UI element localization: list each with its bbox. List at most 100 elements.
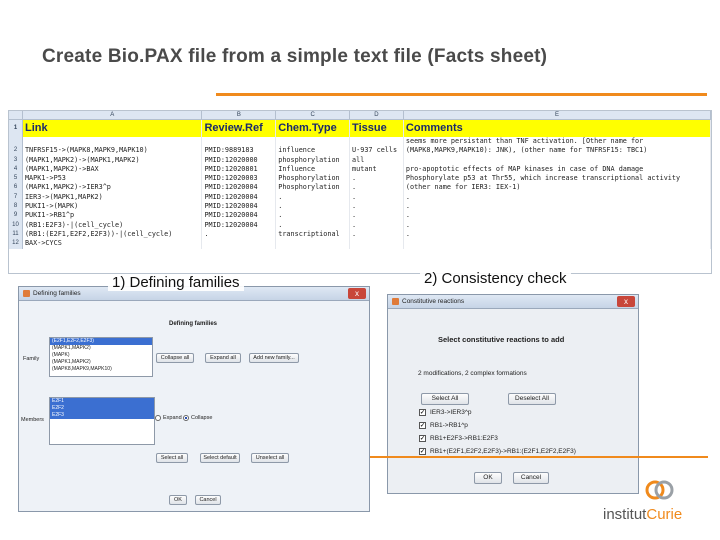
column-d-header[interactable]: D: [350, 111, 404, 119]
cell[interactable]: TNFRSF15->(MAPK8,MAPK9,MAPK10): [23, 146, 203, 156]
cell[interactable]: mutant: [350, 164, 404, 175]
cell[interactable]: PMID:12020003: [202, 174, 277, 184]
cell[interactable]: .: [276, 220, 351, 230]
list-item[interactable]: E2F2: [50, 405, 154, 412]
cell[interactable]: PMID:12020004: [202, 211, 277, 221]
cell[interactable]: .: [404, 211, 711, 221]
window-titlebar[interactable]: Constitutive reactions: [388, 295, 638, 309]
cell[interactable]: pro-apoptotic effects of MAP kinases in …: [404, 164, 711, 175]
column-a-header[interactable]: A: [23, 111, 203, 119]
cell[interactable]: Influence: [276, 164, 351, 175]
header-chemtype[interactable]: Chem.Type: [276, 120, 351, 137]
cell[interactable]: .: [276, 211, 351, 221]
close-icon[interactable]: x: [617, 296, 635, 307]
cell[interactable]: all: [350, 155, 404, 165]
column-b-header[interactable]: B: [202, 111, 277, 119]
select-all-button[interactable]: Select all: [156, 453, 188, 463]
cell[interactable]: PMID:12020000: [202, 155, 277, 165]
cell[interactable]: Phosphorylate p53 at Thr55, which increa…: [404, 174, 711, 184]
column-c-header[interactable]: C: [276, 111, 351, 119]
cell[interactable]: phosphorylation: [276, 155, 351, 165]
list-item[interactable]: (MAPK8,MAPK9,MAPK10): [50, 366, 152, 373]
cell[interactable]: U-937 cells: [350, 146, 404, 156]
list-item[interactable]: (MAPK1,MAPK2): [50, 345, 152, 352]
reaction-checkbox[interactable]: ✓ RB1+E2F3->RB1:E2F3: [419, 435, 498, 442]
header-reviewref[interactable]: Review.Ref: [202, 120, 277, 137]
cell[interactable]: PUKI1->RB1^p: [23, 211, 203, 221]
select-all-button[interactable]: Select All: [421, 393, 469, 405]
collapse-all-button[interactable]: Collapse all: [156, 353, 194, 363]
cell[interactable]: PMID:12020004: [202, 220, 277, 230]
footer-divider: [370, 456, 708, 458]
ok-button[interactable]: OK: [169, 495, 187, 505]
cell[interactable]: .: [350, 202, 404, 212]
members-list[interactable]: E2F1 E2F2 E2F3: [49, 397, 155, 445]
cell[interactable]: .: [404, 229, 711, 240]
cell[interactable]: IER3->(MAPK1,MAPK2): [23, 192, 203, 203]
cell[interactable]: .: [202, 229, 277, 240]
cell[interactable]: PUKI1->(MAPK): [23, 202, 203, 212]
cell[interactable]: PMID:12020004: [202, 192, 277, 203]
cell[interactable]: .: [350, 183, 404, 193]
list-item[interactable]: E2F3: [50, 412, 154, 419]
cell[interactable]: [404, 155, 711, 165]
collapse-radio[interactable]: Collapse: [183, 415, 212, 421]
header-tissue[interactable]: Tissue: [350, 120, 404, 137]
cell[interactable]: PMID:12020004: [202, 183, 277, 193]
column-e-header[interactable]: E: [404, 111, 711, 119]
cell[interactable]: .: [276, 202, 351, 212]
cell[interactable]: BAX->CYCS: [23, 239, 203, 249]
family-list[interactable]: (E2F1,E2F2,E2F3) (MAPK1,MAPK2) (MAPK) (M…: [49, 337, 153, 377]
close-icon[interactable]: x: [348, 288, 366, 299]
list-item[interactable]: (MAPK1,MAPK2): [50, 359, 152, 366]
cell[interactable]: .: [276, 192, 351, 203]
cell[interactable]: (MAPK1,MAPK2)->BAX: [23, 164, 203, 175]
cell[interactable]: .: [350, 220, 404, 230]
reaction-checkbox[interactable]: ✓ RB1+(E2F1,E2F2,E2F3)->RB1:(E2F1,E2F2,E2…: [419, 448, 576, 455]
cell[interactable]: .: [404, 202, 711, 212]
cell[interactable]: PMID:12020801: [202, 164, 277, 175]
row-number: 12: [9, 239, 23, 249]
cell[interactable]: (RB1:(E2F1,E2F2,E2F3))-|(cell_cycle): [23, 229, 203, 240]
cell[interactable]: (RB1:E2F3)-|(cell_cycle): [23, 220, 203, 230]
cell[interactable]: .: [350, 192, 404, 203]
reaction-checkbox[interactable]: ✓ IER3->IER3^p: [419, 409, 472, 416]
reaction-checkbox[interactable]: ✓ RB1->RB1^p: [419, 422, 468, 429]
cell[interactable]: Phosphorylation: [276, 183, 351, 193]
cell[interactable]: PMID:12020004: [202, 202, 277, 212]
cell[interactable]: .: [350, 211, 404, 221]
header-comments[interactable]: Comments: [404, 120, 711, 137]
window-title: Defining families: [33, 290, 81, 297]
spreadsheet[interactable]: A B C D E 1 Link Review.Ref Chem.Type Ti…: [8, 110, 712, 274]
list-item[interactable]: E2F1: [50, 398, 154, 405]
cell[interactable]: .: [404, 220, 711, 230]
cell[interactable]: (MAPK1,MAPK2)->IER3^p: [23, 183, 203, 193]
cell[interactable]: .: [350, 174, 404, 184]
cell[interactable]: PMID:9889183: [202, 146, 277, 156]
cancel-button[interactable]: Cancel: [195, 495, 221, 505]
cell[interactable]: MAPK1->P53: [23, 174, 203, 184]
header-link[interactable]: Link: [23, 120, 203, 137]
cell[interactable]: influence: [276, 146, 351, 156]
ok-button[interactable]: OK: [474, 472, 502, 484]
cell[interactable]: .: [404, 192, 711, 203]
unselect-all-button[interactable]: Unselect all: [251, 453, 289, 463]
cell[interactable]: (MAPK1,MAPK2)->(MAPK1,MAPK2): [23, 155, 203, 165]
slide-title: Create Bio.PAX file from a simple text f…: [42, 46, 548, 67]
deselect-all-button[interactable]: Deselect All: [508, 393, 556, 405]
expand-all-button[interactable]: Expand all: [205, 353, 241, 363]
select-default-button[interactable]: Select default: [200, 453, 240, 463]
cell[interactable]: (other name for IER3: IEX-1): [404, 183, 711, 193]
cancel-button[interactable]: Cancel: [513, 472, 549, 484]
cell[interactable]: seems more persistant than TNF activatio…: [404, 137, 711, 147]
expand-radio[interactable]: Expand: [155, 415, 182, 421]
row-number: 2: [9, 146, 23, 156]
members-label: Members: [21, 417, 44, 423]
cell[interactable]: transcriptional: [276, 229, 351, 240]
list-item[interactable]: (MAPK): [50, 352, 152, 359]
cell[interactable]: Phosphorylation: [276, 174, 351, 184]
cell[interactable]: .: [350, 229, 404, 240]
add-new-family-button[interactable]: Add new family...: [249, 353, 299, 363]
list-item[interactable]: (E2F1,E2F2,E2F3): [50, 338, 152, 345]
cell[interactable]: (MAPK8,MAPK9,MAPK10): JNK), (other name …: [404, 146, 711, 156]
